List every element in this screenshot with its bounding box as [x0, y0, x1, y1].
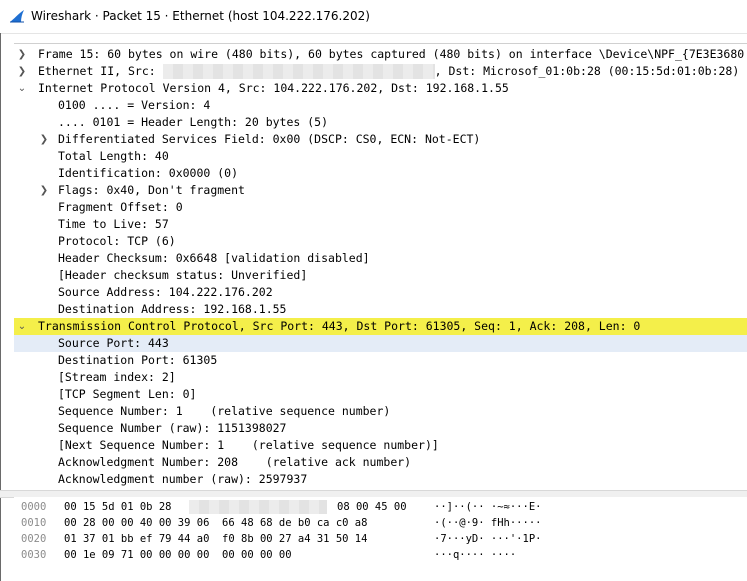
tree-row-ipv4[interactable]: ⌄ Internet Protocol Version 4, Src: 104.…	[14, 80, 747, 97]
tree-row-label: Destination Address: 192.168.1.55	[58, 302, 287, 316]
chevron-right-icon[interactable]: ❯	[38, 182, 50, 199]
hex-offset: 0010	[21, 517, 47, 529]
tree-row-label: Acknowledgment Number: 208 (relative ack…	[58, 455, 412, 469]
chevron-down-icon[interactable]: ⌄	[16, 318, 28, 335]
tree-row-dsfield[interactable]: ❯ Differentiated Services Field: 0x00 (D…	[14, 131, 747, 148]
tree-row-fragment-offset[interactable]: Fragment Offset: 0	[14, 199, 747, 216]
tree-row-ack-number[interactable]: Acknowledgment Number: 208 (relative ack…	[14, 454, 747, 471]
ascii-bytes: ·7···yD· ···'·1P·	[434, 533, 542, 545]
tree-row-label: Sequence Number (raw): 1151398027	[58, 421, 287, 435]
hex-offset: 0030	[21, 549, 47, 561]
packet-bytes-pane[interactable]: 0000 00 15 5d 01 0b 28 08 00 45 00 ··]··…	[14, 497, 747, 581]
tree-row-destination-address[interactable]: Destination Address: 192.168.1.55	[14, 301, 747, 318]
tree-row-frame[interactable]: ❯ Frame 15: 60 bytes on wire (480 bits),…	[14, 46, 747, 63]
tree-row-label: Flags: 0x40, Don't fragment	[58, 183, 245, 197]
tree-row-label: Source Port: 443	[58, 336, 169, 350]
hex-bytes: 00 28 00 00 40 00 39 06 66 48 68 de b0 c…	[64, 517, 368, 529]
hex-row[interactable]: 0030 00 1e 09 71 00 00 00 00 00 00 00 00…	[14, 547, 747, 563]
tree-row-label: Transmission Control Protocol, Src Port:…	[38, 319, 641, 333]
ethernet-src-prefix: Ethernet II, Src:	[38, 64, 163, 78]
chevron-down-icon[interactable]: ⌄	[16, 80, 28, 97]
tree-row-label: Ethernet II, Src: , Dst: Microsof_01:0b:…	[38, 63, 739, 80]
tree-row-ethernet[interactable]: ❯ Ethernet II, Src: , Dst: Microsof_01:0…	[14, 63, 747, 80]
hex-offset: 0020	[21, 533, 47, 545]
packet-details-pane[interactable]: ❯ Frame 15: 60 bytes on wire (480 bits),…	[14, 43, 747, 491]
tree-row-identification[interactable]: Identification: 0x0000 (0)	[14, 165, 747, 182]
chevron-right-icon[interactable]: ❯	[16, 46, 28, 63]
tree-row-header-length[interactable]: .... 0101 = Header Length: 20 bytes (5)	[14, 114, 747, 131]
redacted-bytes	[189, 500, 327, 514]
tree-row-segment-len[interactable]: [TCP Segment Len: 0]	[14, 386, 747, 403]
tree-row-label: Acknowledgment number (raw): 2597937	[58, 472, 308, 486]
redacted-mac	[162, 64, 435, 79]
tree-row-sequence-number-raw[interactable]: Sequence Number (raw): 1151398027	[14, 420, 747, 437]
tree-row-checksum-status[interactable]: [Header checksum status: Unverified]	[14, 267, 747, 284]
tree-row-label: Source Address: 104.222.176.202	[58, 285, 273, 299]
tree-row-next-sequence-number[interactable]: [Next Sequence Number: 1 (relative seque…	[14, 437, 747, 454]
ascii-bytes: ·(··@·9· fHh·····	[434, 517, 542, 529]
tree-row-source-address[interactable]: Source Address: 104.222.176.202	[14, 284, 747, 301]
tree-row-label: Differentiated Services Field: 0x00 (DSC…	[58, 132, 481, 146]
tree-row-ttl[interactable]: Time to Live: 57	[14, 216, 747, 233]
window-left-border	[0, 33, 1, 581]
tree-row-version[interactable]: 0100 .... = Version: 4	[14, 97, 747, 114]
tree-row-label: [TCP Segment Len: 0]	[58, 387, 197, 401]
hex-bytes: 00 1e 09 71 00 00 00 00 00 00 00 00	[64, 549, 292, 561]
tree-row-flags[interactable]: ❯ Flags: 0x40, Don't fragment	[14, 182, 747, 199]
tree-row-label: Fragment Offset: 0	[58, 200, 183, 214]
hex-bytes: 01 37 01 bb ef 79 44 a0 f0 8b 00 27 a4 3…	[64, 533, 368, 545]
hex-bytes: 00 15 5d 01 0b 28	[64, 501, 172, 513]
hex-row[interactable]: 0020 01 37 01 bb ef 79 44 a0 f0 8b 00 27…	[14, 531, 747, 547]
ascii-bytes: ···q···· ····	[434, 549, 517, 561]
tree-row-ack-number-raw[interactable]: Acknowledgment number (raw): 2597937	[14, 471, 747, 488]
chevron-right-icon[interactable]: ❯	[16, 63, 28, 80]
hex-row[interactable]: 0010 00 28 00 00 40 00 39 06 66 48 68 de…	[14, 515, 747, 531]
tree-row-stream-index[interactable]: [Stream index: 2]	[14, 369, 747, 386]
tree-row-label: Protocol: TCP (6)	[58, 234, 176, 248]
tree-row-label: .... 0101 = Header Length: 20 bytes (5)	[58, 115, 329, 129]
tree-row-label: Destination Port: 61305	[58, 353, 218, 367]
tree-row-label: Sequence Number: 1 (relative sequence nu…	[58, 404, 391, 418]
chevron-right-icon[interactable]: ❯	[38, 131, 50, 148]
tree-row-destination-port[interactable]: Destination Port: 61305	[14, 352, 747, 369]
title-bar: Wireshark · Packet 15 · Ethernet (host 1…	[0, 0, 747, 34]
ethernet-dst-suffix: , Dst: Microsof_01:0b:28 (00:15:5d:01:0b…	[434, 64, 740, 78]
tree-row-sequence-number[interactable]: Sequence Number: 1 (relative sequence nu…	[14, 403, 747, 420]
tree-row-label: Internet Protocol Version 4, Src: 104.22…	[38, 81, 509, 95]
window-title: Wireshark · Packet 15 · Ethernet (host 1…	[31, 9, 370, 23]
tree-row-label: Identification: 0x0000 (0)	[58, 166, 239, 180]
tree-row-label: Time to Live: 57	[58, 217, 169, 231]
tree-row-label: 0100 .... = Version: 4	[58, 98, 211, 112]
tree-row-total-length[interactable]: Total Length: 40	[14, 148, 747, 165]
tree-row-header-checksum[interactable]: Header Checksum: 0x6648 [validation disa…	[14, 250, 747, 267]
tree-row-source-port[interactable]: Source Port: 443	[14, 335, 747, 352]
wireshark-fin-icon	[10, 10, 24, 23]
tree-row-label: Total Length: 40	[58, 149, 169, 163]
tree-row-label: [Next Sequence Number: 1 (relative seque…	[58, 438, 439, 452]
ascii-bytes: ··]··(·· ·~≈···E·	[434, 501, 542, 513]
tree-row-label: [Stream index: 2]	[58, 370, 176, 384]
hex-row[interactable]: 0000 00 15 5d 01 0b 28 08 00 45 00 ··]··…	[14, 499, 747, 515]
tree-row-label: [Header checksum status: Unverified]	[58, 268, 308, 282]
hex-offset: 0000	[21, 501, 47, 513]
tree-row-label: Frame 15: 60 bytes on wire (480 bits), 6…	[38, 47, 745, 61]
tree-row-protocol[interactable]: Protocol: TCP (6)	[14, 233, 747, 250]
tree-row-tcp[interactable]: ⌄ Transmission Control Protocol, Src Por…	[14, 318, 747, 335]
hex-bytes: 08 00 45 00	[337, 501, 407, 513]
tree-row-label: Header Checksum: 0x6648 [validation disa…	[58, 251, 370, 265]
